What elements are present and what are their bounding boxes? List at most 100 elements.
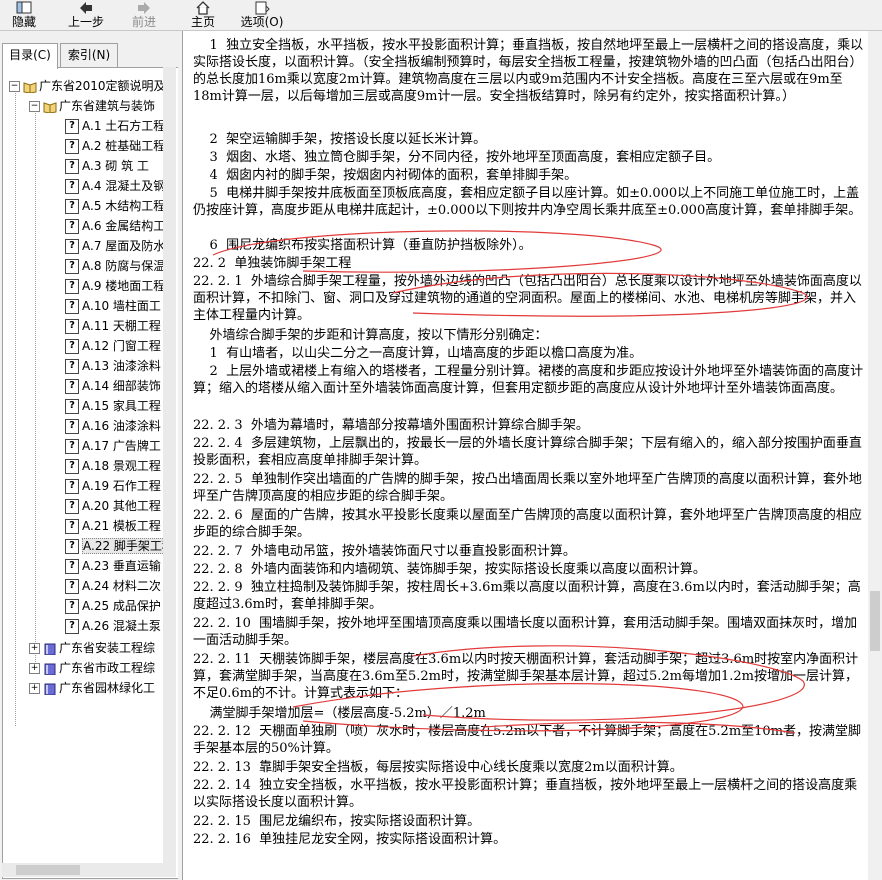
tree-item[interactable]: ? A.9 楼地面工程: [65, 276, 165, 296]
help-page-icon: ?: [65, 319, 79, 334]
open-book-icon: [43, 101, 57, 113]
forward-arrow-icon: [138, 2, 150, 14]
tree-item[interactable]: ? A.21 模板工程: [65, 516, 161, 536]
tree-item[interactable]: ? A.20 其他工程: [65, 496, 161, 516]
forward-button[interactable]: 前进: [126, 0, 162, 30]
hide-button[interactable]: 隐藏: [4, 0, 44, 30]
help-page-icon: ?: [65, 199, 79, 214]
tree-item[interactable]: ? A.10 墙柱面工: [65, 296, 161, 316]
tree-vertical-scrollbar[interactable]: [163, 67, 176, 877]
help-page-icon: ?: [65, 339, 79, 354]
navigation-pane: 目录(C) 索引(N) − 广东省2010定额说明及 − 广东省建筑与装饰 ? A.1…: [0, 31, 180, 880]
tree-item[interactable]: ? A.8 防腐与保温: [65, 256, 165, 276]
paragraph: 2 架空运输脚手架，按搭设长度以延长米计算。: [193, 132, 487, 147]
home-icon: [196, 1, 210, 15]
help-page-icon: ?: [65, 139, 79, 154]
tree-item-label: A.10 墙柱面工: [82, 299, 161, 313]
tab-index[interactable]: 索引(N): [60, 43, 118, 68]
paragraph: 22. 2. 7 外墙电动吊篮，按外墙装饰面尺寸以垂直投影面积计算。: [193, 544, 576, 559]
tree-item[interactable]: ? A.14 细部装饰: [65, 376, 161, 396]
tree-item[interactable]: ? A.25 成品保护: [65, 596, 161, 616]
tree-item[interactable]: ? A.5 木结构工程: [65, 196, 165, 216]
paragraph: 22. 2. 4 多层建筑物，上层飘出的，按最长一层的外墙长度计算综合脚手架；下…: [193, 436, 862, 468]
tree-book-install[interactable]: + 广东省安装工程综: [29, 638, 155, 658]
paragraph: 22. 2. 16 单独挂尼龙安全网，按实际搭设面积计算。: [193, 832, 507, 847]
tree-book-municipal[interactable]: + 广东省市政工程综: [29, 658, 155, 678]
help-page-icon: ?: [65, 219, 79, 234]
paragraph: 22. 2. 6 屋面的广告牌，按其水平投影长度乘以屋面至广告牌顶的高度以面积计…: [193, 508, 862, 540]
paragraph: 22. 2. 10 围墙脚手架，按外地坪至围墙顶高度乘以围墙长度以面积计算，套用…: [193, 616, 858, 648]
home-button[interactable]: 主页: [188, 0, 218, 30]
paragraph: 22. 2. 15 围尼龙编织布，按实际搭设面积计算。: [193, 814, 481, 829]
expand-icon[interactable]: +: [29, 663, 40, 674]
tree-item-label: A.23 垂直运输: [82, 559, 161, 573]
paragraph: 外墙综合脚手架的步距和计算高度，按以下情形分别确定：: [193, 328, 548, 343]
tree-book-label: 广东省市政工程综: [59, 661, 156, 675]
tree-item[interactable]: ? A.13 油漆涂料: [65, 356, 161, 376]
tree-item-label: A.13 油漆涂料: [82, 359, 161, 373]
tree-book-building[interactable]: − 广东省建筑与装饰: [29, 96, 155, 116]
tree-item-label: A.2 桩基础工程: [82, 139, 166, 153]
tree-item[interactable]: ? A.1 土石方工程: [65, 116, 165, 136]
tree-item[interactable]: ? A.24 材料二次: [65, 576, 161, 596]
tree-item[interactable]: ? A.3 砌 筑 工: [65, 156, 149, 176]
help-page-icon: ?: [65, 599, 79, 614]
back-button[interactable]: 上一步: [64, 0, 108, 30]
expand-icon[interactable]: +: [29, 683, 40, 694]
paragraph: 22. 2. 9 独立柱捣制及装饰脚手架，按柱周长+3.6m乘以高度以面积计算，…: [193, 580, 861, 612]
tree-book-landscape[interactable]: + 广东省园林绿化工: [29, 678, 155, 698]
formula-line: 满堂脚手架增加层=（楼层高度-5.2m）／1.2m: [193, 706, 486, 721]
expand-icon[interactable]: +: [29, 643, 40, 654]
tree-item-label: A.12 门窗工程: [82, 339, 161, 353]
tree-item[interactable]: ? A.4 混凝土及钢: [65, 176, 165, 196]
paragraph: 6 围尼龙编织布按实搭面积计算（垂直防护挡板除外）。: [193, 238, 532, 253]
scrollbar-thumb[interactable]: [16, 865, 80, 875]
paragraph: 5 电梯井脚手架按井底板面至顶板底高度，套相应定额子目以座计算。如±0.000以…: [193, 186, 862, 218]
help-page-icon: ?: [65, 279, 79, 294]
tree-item[interactable]: ? A.16 油漆涂料: [65, 416, 161, 436]
tree-item-label: A.25 成品保护: [82, 599, 161, 613]
scrollbar-thumb[interactable]: [870, 591, 880, 651]
options-button[interactable]: 选项(O): [238, 0, 286, 30]
tree-item-label: A.4 混凝土及钢: [82, 179, 166, 193]
tree-item-selected[interactable]: ? A.22 脚手架工程: [65, 536, 175, 556]
paragraph: 22. 2. 1 外墙综合脚手架工程量，按外墙外边线的凹凸（包括凸出阳台）总长度…: [193, 274, 862, 323]
tree-item-label: A.8 防腐与保温: [82, 259, 166, 273]
content-vertical-scrollbar[interactable]: [868, 31, 882, 880]
tree-item[interactable]: ? A.18 景观工程: [65, 456, 161, 476]
tree-item-label: A.21 模板工程: [82, 519, 161, 533]
tree-item[interactable]: ? A.2 桩基础工程: [65, 136, 165, 156]
tree-guide-line: [35, 106, 36, 666]
topic-content: 1 独立安全挡板，水平挡板，按水平投影面积计算；垂直挡板，按自然地坪至最上一层横…: [182, 31, 869, 880]
help-page-icon: ?: [65, 519, 79, 534]
collapse-icon[interactable]: −: [9, 81, 20, 92]
tree-item[interactable]: ? A.12 门窗工程: [65, 336, 161, 356]
help-page-icon: ?: [65, 539, 79, 554]
back-arrow-icon: [80, 2, 92, 14]
tab-contents[interactable]: 目录(C): [2, 43, 58, 69]
collapse-icon[interactable]: −: [29, 101, 40, 112]
tree-item[interactable]: ? A.11 天棚工程: [65, 316, 161, 336]
help-page-icon: ?: [65, 559, 79, 574]
tree-item[interactable]: ? A.17 广告牌工: [65, 436, 161, 456]
tree-item-label: A.9 楼地面工程: [82, 279, 166, 293]
tree-item[interactable]: ? A.23 垂直运输: [65, 556, 161, 576]
paragraph: 22. 2. 5 单独制作突出墙面的广告牌的脚手架，按凸出墙面周长乘以室外地坪至…: [193, 472, 862, 504]
tree-item[interactable]: ? A.6 金属结构工: [65, 216, 165, 236]
tree-item-label: A.19 石作工程: [82, 479, 161, 493]
closed-book-icon: [44, 683, 56, 695]
tree-item[interactable]: ? A.19 石作工程: [65, 476, 161, 496]
help-page-icon: ?: [65, 379, 79, 394]
paragraph: 22. 2. 8 外墙内面装饰和内墙砌筑、装饰脚手架，按实际搭设长度乘以高度以面…: [193, 562, 706, 577]
tree-item[interactable]: ? A.26 混凝土泵: [65, 616, 161, 636]
tree-item[interactable]: ? A.7 屋面及防水: [65, 236, 165, 256]
tree-root[interactable]: − 广东省2010定额说明及: [9, 76, 166, 96]
help-page-icon: ?: [65, 459, 79, 474]
help-page-icon: ?: [65, 479, 79, 494]
help-page-icon: ?: [65, 119, 79, 134]
tree-horizontal-scrollbar[interactable]: [2, 863, 164, 877]
open-book-icon: [23, 81, 37, 93]
help-page-icon: ?: [65, 299, 79, 314]
options-icon: [255, 1, 270, 15]
tree-item[interactable]: ? A.15 家具工程: [65, 396, 161, 416]
